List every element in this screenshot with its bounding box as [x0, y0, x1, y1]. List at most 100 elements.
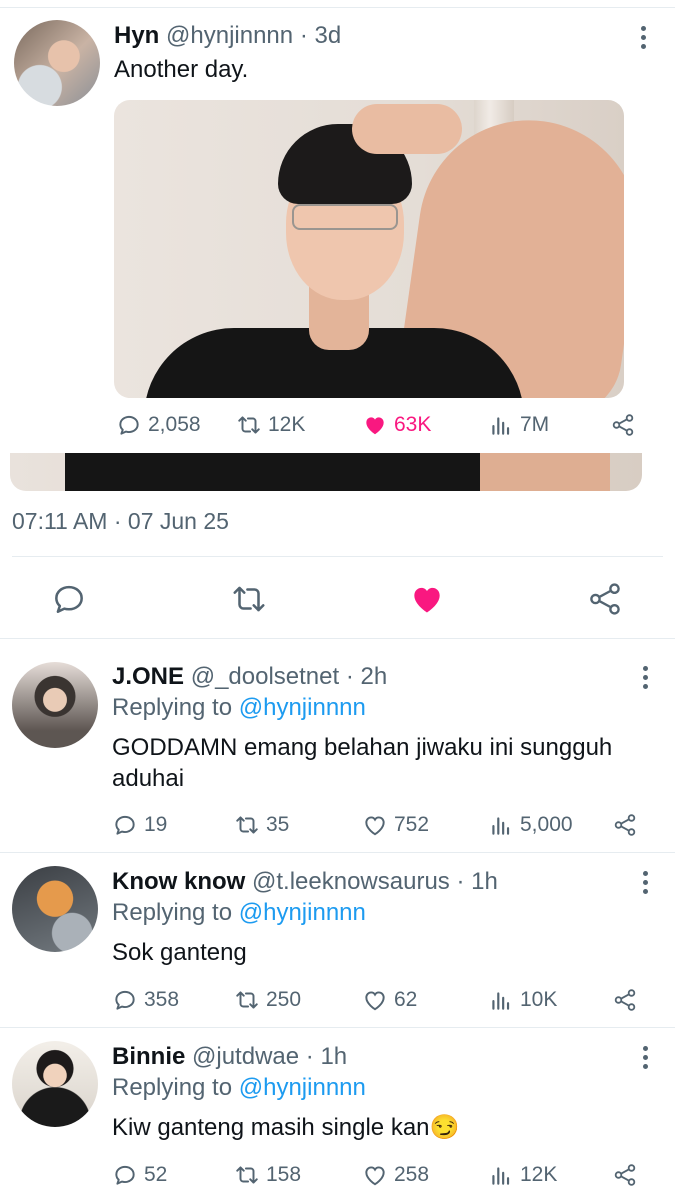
views-icon	[492, 817, 510, 835]
share-icon	[614, 989, 636, 1011]
handle[interactable]: @t.leeknowsaurus	[252, 868, 450, 895]
share-icon	[612, 414, 634, 436]
like-action[interactable]: 62	[362, 987, 417, 1013]
more-options-icon[interactable]	[640, 1046, 650, 1072]
replying-to-label: Replying to	[112, 899, 233, 926]
top-border	[0, 0, 675, 8]
display-name[interactable]: Binnie	[112, 1043, 185, 1070]
display-name[interactable]: Hyn	[114, 22, 159, 49]
tweet-age: · 1h	[305, 1043, 348, 1070]
like-button[interactable]	[408, 580, 446, 618]
more-options-icon[interactable]	[638, 26, 648, 52]
views-action[interactable]: 5,000	[488, 812, 573, 838]
like-count: 62	[394, 988, 418, 1011]
divider	[0, 638, 675, 639]
reply-action[interactable]: 2,058	[116, 412, 201, 438]
reply-action[interactable]: 52	[112, 1162, 167, 1188]
retweet-count: 158	[266, 1163, 302, 1186]
views-count: 5,000	[520, 813, 573, 836]
like-action[interactable]: 752	[362, 812, 429, 838]
handle[interactable]: @jutdwae	[192, 1043, 299, 1070]
tweet-header: Hyn @hynjinnnn · 3d	[114, 22, 341, 50]
like-count: 63K	[394, 413, 432, 436]
views-count: 12K	[520, 1163, 558, 1186]
share-action[interactable]	[612, 987, 638, 1013]
retweet-icon	[236, 991, 258, 1009]
reply-text: GODDAMN emang belahan jiwaku ini sungguh…	[112, 734, 613, 792]
retweet-count: 250	[266, 988, 302, 1011]
retweet-icon	[233, 586, 265, 612]
tweet-photo-continued[interactable]	[10, 453, 642, 491]
mention-link[interactable]: @hynjinnnn	[239, 899, 366, 926]
reply-action[interactable]: 19	[112, 812, 167, 838]
reply-header: Binnie @jutdwae · 1h	[112, 1043, 347, 1071]
retweet-action[interactable]: 158	[234, 1162, 301, 1188]
heart-filled-icon	[414, 587, 440, 613]
retweet-action[interactable]: 35	[234, 812, 289, 838]
heart-filled-icon	[366, 417, 384, 435]
mention-link[interactable]: @hynjinnnn	[239, 694, 366, 721]
divider	[0, 1027, 675, 1028]
share-action[interactable]	[610, 412, 636, 438]
reply-action[interactable]: 358	[112, 987, 179, 1013]
heart-icon	[365, 1166, 385, 1186]
replying-to: Replying to @hynjinnnn	[112, 899, 366, 927]
tweet-text: Another day.	[114, 56, 249, 83]
avatar[interactable]	[12, 662, 98, 748]
retweet-icon	[238, 416, 260, 434]
share-button[interactable]	[586, 580, 624, 618]
views-count: 10K	[520, 988, 558, 1011]
reply-count: 19	[144, 813, 168, 836]
retweet-button[interactable]	[230, 580, 268, 618]
handle[interactable]: @hynjinnnn	[166, 22, 293, 49]
avatar[interactable]	[14, 20, 100, 106]
views-icon	[492, 992, 510, 1010]
views-count: 7M	[520, 413, 550, 436]
avatar[interactable]	[12, 866, 98, 952]
tweet-age: · 2h	[345, 663, 388, 690]
replying-to: Replying to @hynjinnnn	[112, 694, 366, 722]
handle[interactable]: @_doolsetnet	[191, 663, 339, 690]
like-action[interactable]: 63K	[362, 412, 431, 438]
display-name[interactable]: J.ONE	[112, 663, 184, 690]
tweet-age: · 1h	[456, 868, 498, 895]
retweet-count: 12K	[268, 413, 306, 436]
share-icon	[614, 814, 636, 836]
reply-header: J.ONE @_doolsetnet · 2h	[112, 663, 387, 691]
replying-to: Replying to @hynjinnnn	[112, 1074, 366, 1102]
reply-icon	[119, 415, 139, 435]
replying-to-label: Replying to	[112, 694, 233, 721]
retweet-count: 35	[266, 813, 290, 836]
reply-count: 2,058	[148, 413, 201, 436]
views-action[interactable]: 10K	[488, 987, 557, 1013]
views-icon	[492, 1167, 510, 1185]
reply-icon	[115, 990, 135, 1010]
reply-header: Know know @t.leeknowsaurus · 1h	[112, 868, 498, 896]
views-icon	[492, 417, 510, 435]
reply-count: 358	[144, 988, 180, 1011]
tweet-timestamp: 07:11 AM · 07 Jun 25	[12, 508, 229, 534]
reply-icon	[115, 1165, 135, 1185]
replying-to-label: Replying to	[112, 1074, 233, 1101]
display-name[interactable]: Know know	[112, 868, 245, 895]
like-action[interactable]: 258	[362, 1162, 429, 1188]
mention-link[interactable]: @hynjinnnn	[239, 1074, 366, 1101]
retweet-icon	[236, 816, 258, 834]
divider	[12, 556, 663, 557]
retweet-action[interactable]: 250	[234, 987, 301, 1013]
divider	[0, 852, 675, 853]
more-options-icon[interactable]	[640, 871, 650, 897]
views-action[interactable]: 7M	[488, 412, 549, 438]
more-options-icon[interactable]	[640, 666, 650, 692]
avatar[interactable]	[12, 1041, 98, 1127]
tweet-photo[interactable]	[114, 100, 624, 398]
retweet-action[interactable]: 12K	[236, 412, 305, 438]
reply-count: 52	[144, 1163, 168, 1186]
like-count: 752	[394, 813, 430, 836]
reply-text: Kiw ganteng masih single kan😏	[112, 1114, 460, 1141]
share-icon	[614, 1164, 636, 1186]
share-action[interactable]	[612, 812, 638, 838]
share-action[interactable]	[612, 1162, 638, 1188]
views-action[interactable]: 12K	[488, 1162, 557, 1188]
reply-button[interactable]	[50, 580, 88, 618]
